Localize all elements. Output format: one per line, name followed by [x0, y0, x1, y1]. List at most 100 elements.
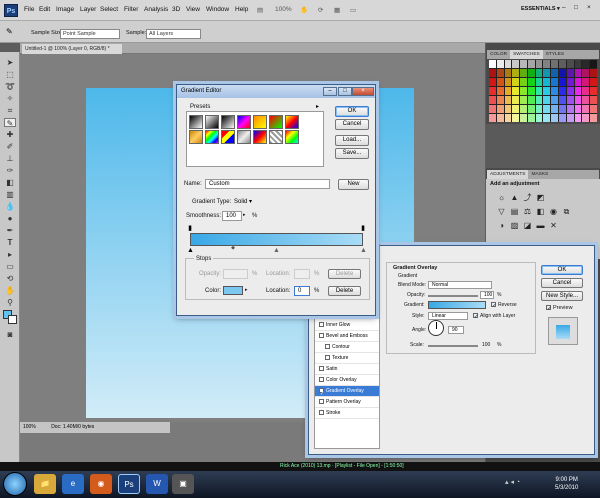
swatch[interactable] — [535, 69, 543, 77]
swatch[interactable] — [543, 69, 551, 77]
swatch[interactable] — [582, 60, 590, 68]
swatch[interactable] — [582, 96, 590, 104]
vibrance-icon[interactable]: ▽ — [496, 207, 507, 217]
effect-pattern-overlay[interactable]: Pattern Overlay — [315, 397, 379, 408]
swatch[interactable] — [520, 87, 527, 95]
effect-texture[interactable]: Texture — [315, 353, 379, 364]
quick-mask-icon[interactable]: ◙ — [4, 330, 16, 339]
effect-inner-glow[interactable]: Inner Glow — [315, 320, 379, 331]
dodge-tool-icon[interactable]: ● — [4, 214, 16, 223]
swatch[interactable] — [566, 69, 574, 77]
color-dropdown-icon[interactable]: ▸ — [245, 287, 248, 293]
word-icon[interactable]: W — [146, 474, 168, 494]
menu-3d[interactable]: 3D — [172, 6, 180, 13]
swatch[interactable] — [535, 96, 543, 104]
swatch[interactable] — [520, 114, 527, 122]
color-location-input[interactable]: 0 — [294, 286, 310, 296]
zoom-display[interactable]: 100% — [275, 6, 292, 13]
move-tool-icon[interactable]: ➤ — [4, 58, 16, 67]
tab-masks[interactable]: MASKS — [528, 170, 551, 179]
swatch[interactable] — [489, 60, 496, 68]
swatch[interactable] — [512, 114, 520, 122]
swatch[interactable] — [512, 87, 520, 95]
swatch[interactable] — [504, 78, 512, 86]
opacity-stop-right[interactable]: ▮ — [360, 225, 366, 232]
threshold-icon[interactable]: ◪ — [522, 221, 533, 231]
menu-select[interactable]: Select — [100, 6, 118, 13]
minimize-button[interactable]: – — [562, 4, 566, 11]
swatch[interactable] — [559, 105, 566, 113]
swatch[interactable] — [551, 78, 559, 86]
eyedropper-tool-icon[interactable]: ✎ — [4, 118, 16, 128]
history-brush-icon[interactable]: ✑ — [4, 166, 16, 175]
menu-filter[interactable]: Filter — [124, 6, 138, 13]
swatch[interactable] — [504, 105, 512, 113]
gradient-map-icon[interactable]: ▬ — [535, 221, 546, 231]
swatch[interactable] — [520, 105, 527, 113]
swatch[interactable] — [590, 78, 597, 86]
swatch[interactable] — [535, 87, 543, 95]
swatch[interactable] — [520, 60, 527, 68]
tab-color[interactable]: COLOR — [487, 50, 510, 59]
sample-size-select[interactable]: Point Sample — [60, 29, 120, 39]
swatch[interactable] — [566, 96, 574, 104]
swatch[interactable] — [527, 87, 535, 95]
swatch[interactable] — [543, 78, 551, 86]
new-gradient-button[interactable]: New — [338, 179, 369, 190]
swatch[interactable] — [559, 114, 566, 122]
gradient-picker[interactable] — [428, 301, 486, 309]
scale-slider[interactable] — [428, 345, 478, 347]
swatch[interactable] — [590, 60, 597, 68]
workspace-switcher[interactable]: ESSENTIALS ▾ — [521, 6, 560, 12]
layer-style-ok-button[interactable]: OK — [541, 265, 583, 275]
effect-gradient-overlay[interactable]: ✓Gradient Overlay — [315, 386, 379, 397]
close-button[interactable]: × — [587, 4, 591, 11]
menu-analysis[interactable]: Analysis — [144, 6, 168, 13]
path-select-icon[interactable]: ▸ — [4, 250, 16, 259]
gradient-preset[interactable] — [253, 130, 267, 144]
photo-filter-icon[interactable]: ◉ — [548, 207, 559, 217]
midpoint-marker[interactable]: ◆ — [230, 245, 236, 252]
swatch[interactable] — [527, 114, 535, 122]
photoshop-taskbar-icon[interactable]: Ps — [118, 474, 140, 494]
swatch[interactable] — [489, 69, 496, 77]
gradient-preset[interactable] — [253, 115, 267, 129]
swatch[interactable] — [543, 60, 551, 68]
healing-tool-icon[interactable]: ✚ — [4, 130, 16, 139]
swatch[interactable] — [512, 96, 520, 104]
status-zoom[interactable]: 100% — [23, 424, 36, 430]
menu-image[interactable]: Image — [56, 6, 74, 13]
gradient-preset[interactable] — [237, 115, 251, 129]
effect-stroke[interactable]: Stroke — [315, 408, 379, 419]
ie-icon[interactable]: e — [62, 474, 84, 494]
swatch[interactable] — [496, 60, 504, 68]
eyedropper-icon[interactable]: ✎ — [6, 27, 13, 36]
swatch[interactable] — [496, 69, 504, 77]
menu-edit[interactable]: Edit — [39, 6, 50, 13]
tab-swatches[interactable]: SWATCHES — [510, 50, 543, 59]
opacity-input[interactable]: 100 — [480, 291, 494, 299]
presets-menu-icon[interactable]: ▸ — [316, 103, 319, 110]
gradient-preset[interactable] — [237, 130, 251, 144]
swatch[interactable] — [590, 105, 597, 113]
color-stop-right[interactable]: ▲ — [360, 247, 367, 254]
swatch[interactable] — [543, 87, 551, 95]
swatch[interactable] — [527, 96, 535, 104]
blur-tool-icon[interactable]: 💧 — [4, 202, 16, 211]
eraser-tool-icon[interactable]: ◧ — [4, 178, 16, 187]
swatch[interactable] — [574, 87, 582, 95]
gradient-cancel-button[interactable]: Cancel — [335, 119, 369, 130]
swatch[interactable] — [551, 96, 559, 104]
swatch[interactable] — [551, 87, 559, 95]
gradient-preset[interactable] — [189, 130, 203, 144]
gradient-preset[interactable] — [269, 130, 283, 144]
swatch[interactable] — [566, 114, 574, 122]
swatch[interactable] — [504, 114, 512, 122]
curves-icon[interactable]: ⤴ — [522, 193, 533, 203]
gradient-preset[interactable] — [205, 115, 219, 129]
swatch[interactable] — [566, 78, 574, 86]
swatch[interactable] — [582, 114, 590, 122]
bridge-icon[interactable]: ▤ — [257, 6, 263, 14]
swatch[interactable] — [574, 96, 582, 104]
swatch[interactable] — [504, 69, 512, 77]
